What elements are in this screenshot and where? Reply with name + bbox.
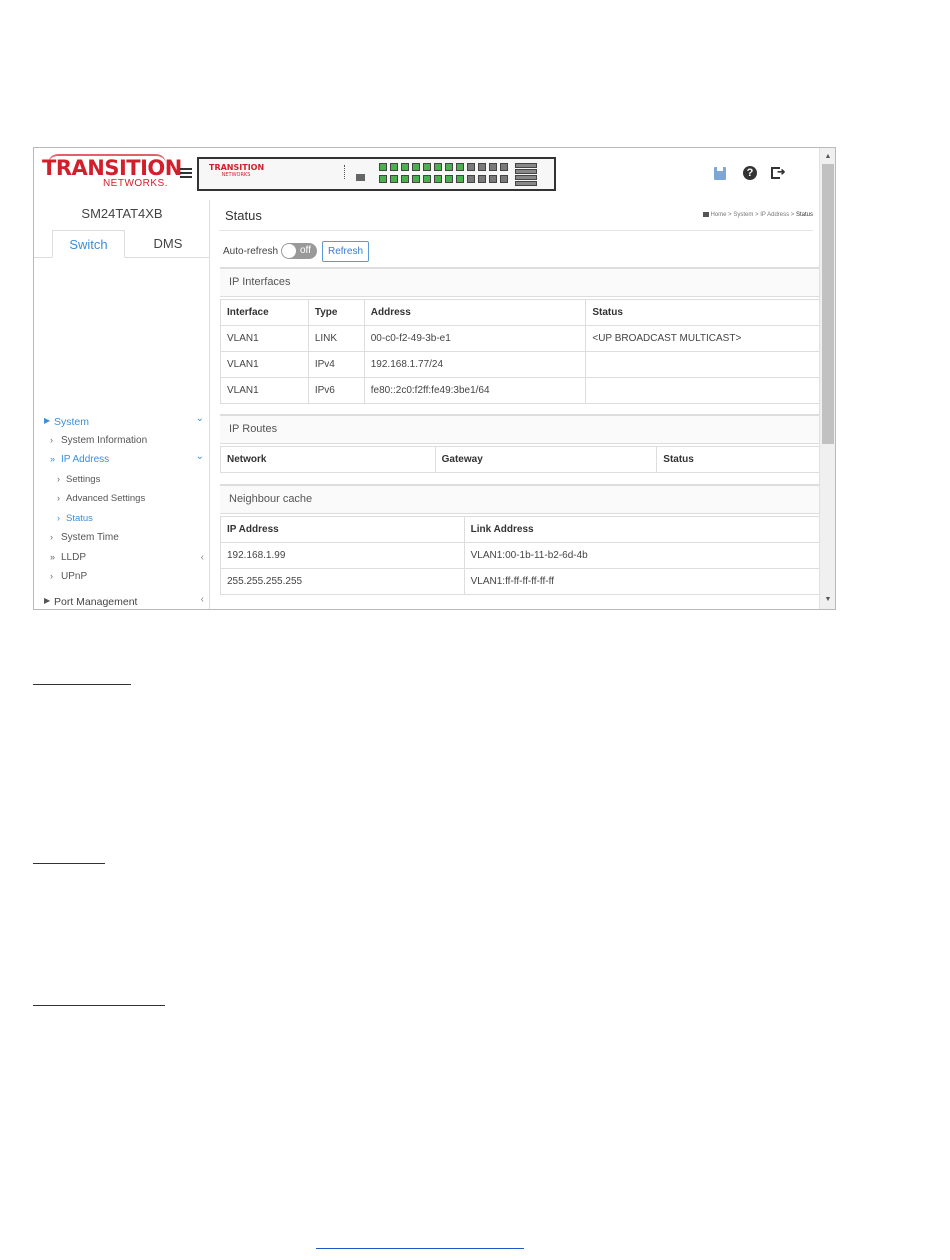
ip-routes-table: Network Gateway Status <box>220 446 835 473</box>
ethernet-port[interactable] <box>412 163 420 171</box>
ethernet-port[interactable] <box>401 163 409 171</box>
ip-interfaces-table: Interface Type Address Status VLAN1 LINK… <box>220 299 835 404</box>
heading-underline <box>33 863 105 864</box>
hyperlink-underline <box>316 1248 524 1249</box>
neighbour-cache-table: IP Address Link Address 192.168.1.99 VLA… <box>220 516 835 595</box>
page-title: Status <box>225 208 262 223</box>
ethernet-port[interactable] <box>500 163 508 171</box>
ethernet-port[interactable] <box>467 163 475 171</box>
scroll-down-arrow-icon[interactable]: ▼ <box>820 593 835 607</box>
scroll-up-arrow-icon[interactable]: ▲ <box>820 150 835 164</box>
logout-icon[interactable]: ➜ <box>771 166 786 181</box>
ethernet-port[interactable] <box>456 175 464 183</box>
ip-interfaces-title: IP Interfaces <box>229 276 291 288</box>
ethernet-port[interactable] <box>489 163 497 171</box>
breadcrumb-home[interactable]: Home <box>710 212 726 218</box>
table-row: VLAN1 LINK 00-c0-f2-49-3b-e1 <UP BROADCA… <box>220 325 835 352</box>
caret-right-icon: ▶ <box>44 596 51 605</box>
heading-underline <box>33 684 131 685</box>
hamburger-menu-icon[interactable] <box>180 168 192 180</box>
help-icon[interactable]: ? <box>743 166 758 181</box>
ethernet-port[interactable] <box>445 163 453 171</box>
table-header-row: IP Address Link Address <box>220 516 835 543</box>
breadcrumb: Home > System > IP Address > Status <box>703 212 813 218</box>
port-grid <box>379 163 539 187</box>
ethernet-port[interactable] <box>379 163 387 171</box>
ethernet-port[interactable] <box>434 175 442 183</box>
vertical-scrollbar[interactable]: ▲ ▼ <box>819 148 835 609</box>
ethernet-port[interactable] <box>434 163 442 171</box>
ethernet-port[interactable] <box>423 163 431 171</box>
ethernet-port[interactable] <box>401 175 409 183</box>
sfp-port[interactable] <box>515 181 537 186</box>
save-icon[interactable] <box>713 166 728 181</box>
top-header: TRANSITION NETWORKS. TRANSITION NETWORKS… <box>34 148 819 200</box>
table-row: 255.255.255.255 VLAN1:ff-ff-ff-ff-ff-ff <box>220 568 835 595</box>
breadcrumb-current: Status <box>795 212 813 218</box>
main-content: Status Home > System > IP Address > Stat… <box>211 200 835 609</box>
sfp-port[interactable] <box>515 175 537 180</box>
breadcrumb-system[interactable]: System <box>733 212 753 218</box>
ethernet-port[interactable] <box>390 163 398 171</box>
table-header-row: Network Gateway Status <box>220 446 835 473</box>
screenshot-window: TRANSITION NETWORKS. TRANSITION NETWORKS… <box>33 147 836 610</box>
refresh-button[interactable]: Refresh <box>322 241 369 262</box>
neighbour-cache-title: Neighbour cache <box>229 493 313 505</box>
console-port <box>356 174 365 181</box>
ethernet-port[interactable] <box>456 163 464 171</box>
ethernet-port[interactable] <box>467 175 475 183</box>
ethernet-port[interactable] <box>489 175 497 183</box>
auto-refresh-label: Auto-refresh <box>223 246 279 257</box>
auto-refresh-toggle[interactable]: off <box>281 243 317 259</box>
panel-logo: TRANSITION NETWORKS <box>209 163 265 178</box>
ethernet-port[interactable] <box>445 175 453 183</box>
heading-underline <box>33 1005 165 1006</box>
ethernet-port[interactable] <box>478 175 486 183</box>
transition-networks-logo: TRANSITION NETWORKS. <box>42 154 182 189</box>
ip-routes-title: IP Routes <box>229 423 278 435</box>
ethernet-port[interactable] <box>478 163 486 171</box>
ethernet-port[interactable] <box>500 175 508 183</box>
home-icon <box>703 212 710 217</box>
sfp-port[interactable] <box>515 169 537 174</box>
ethernet-port[interactable] <box>390 175 398 183</box>
table-row: VLAN1 IPv4 192.168.1.77/24 <box>220 351 835 378</box>
ethernet-port[interactable] <box>379 175 387 183</box>
sfp-port[interactable] <box>515 163 537 168</box>
table-header-row: Interface Type Address Status <box>220 299 835 326</box>
scroll-thumb[interactable] <box>822 164 834 444</box>
switch-front-panel: TRANSITION NETWORKS <box>197 157 556 191</box>
table-row: 192.168.1.99 VLAN1:00-1b-11-b2-6d-4b <box>220 542 835 569</box>
breadcrumb-ip-address[interactable]: IP Address <box>760 212 789 218</box>
chevron-left-icon: ‹ <box>200 594 204 605</box>
table-row: VLAN1 IPv6 fe80::2c0:f2ff:fe49:3be1/64 <box>220 377 835 404</box>
ethernet-port[interactable] <box>423 175 431 183</box>
ethernet-port[interactable] <box>412 175 420 183</box>
